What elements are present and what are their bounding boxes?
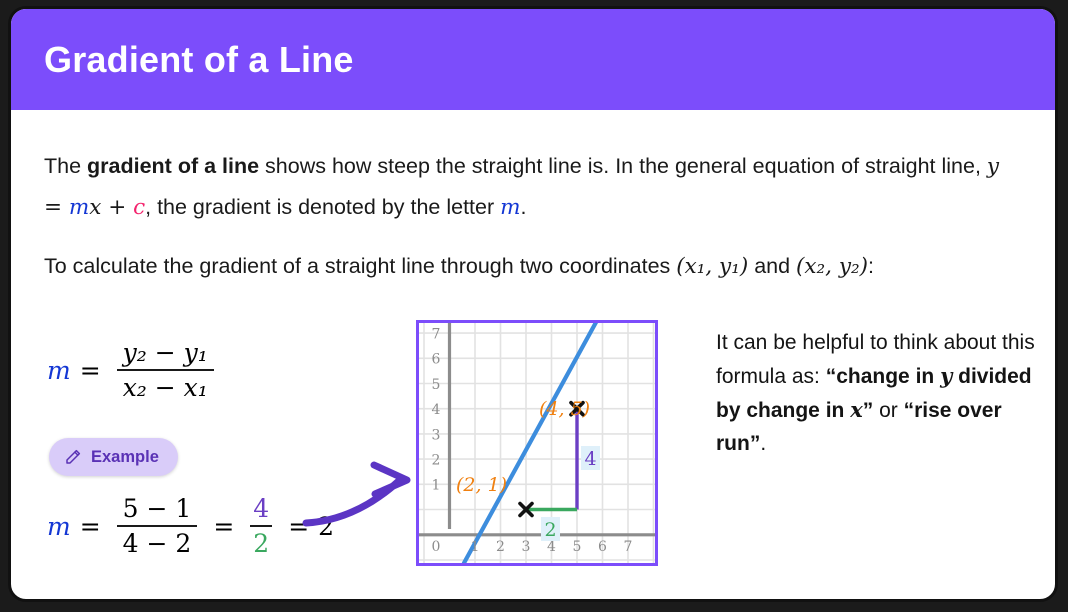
svg-text:1: 1 <box>471 539 480 555</box>
gradient-graph: 7 6 5 4 3 2 1 0 1 2 3 4 5 6 7 (4, 5) (2,… <box>416 320 658 566</box>
svg-text:2: 2 <box>432 453 441 469</box>
example-denominator-2: 2 <box>250 525 273 558</box>
curved-arrow-icon <box>301 455 426 540</box>
pencil-icon <box>64 448 82 466</box>
example-numerator-1: 5 − 1 <box>122 494 192 523</box>
coord-label-4-5: (4, 5) <box>539 398 590 420</box>
eq-m: m <box>68 195 90 220</box>
grid-lines <box>419 323 655 563</box>
example-fraction-1: 5 − 1 4 − 2 <box>116 494 198 558</box>
p1-text-2: shows how steep the straight line is. In… <box>259 154 987 178</box>
note-quote-x: x <box>850 397 863 422</box>
content-area: The gradient of a line shows how steep t… <box>11 110 1055 599</box>
svg-text:4: 4 <box>432 402 441 418</box>
coord-label-2-1: (2, 1) <box>456 474 507 496</box>
svg-text:3: 3 <box>522 539 531 555</box>
p1-text-3: , the gradient is denoted by the letter <box>145 195 501 219</box>
example-m: m <box>47 511 71 541</box>
p2-text-2: and <box>748 254 797 278</box>
formula-denominator: x₂ − x₁ <box>116 369 214 402</box>
note-period: . <box>760 432 767 455</box>
coordinates-paragraph: To calculate the gradient of a straight … <box>44 246 1004 287</box>
formula-numerator: y₂ − y₁ <box>122 338 208 367</box>
eq-y: y <box>986 154 1000 179</box>
formula-fraction: y₂ − y₁ x₂ − x₁ <box>116 338 214 402</box>
run-label: 2 <box>544 519 556 541</box>
eq-c: c <box>133 195 146 220</box>
example-denominator-1: 4 − 2 <box>116 525 198 558</box>
p1-text-4: . <box>520 195 527 219</box>
eq-plus: + <box>101 195 134 220</box>
page-title: Gradient of a Line <box>44 38 354 80</box>
rise-label: 4 <box>584 448 596 470</box>
lesson-card: Gradient of a Line The gradient of a lin… <box>8 6 1058 602</box>
svg-text:4: 4 <box>547 539 556 555</box>
example-badge[interactable]: Example <box>49 438 178 476</box>
p2-text-1: To calculate the gradient of a straight … <box>44 254 677 278</box>
example-label: Example <box>91 447 159 466</box>
example-numerator-2: 4 <box>253 494 270 523</box>
y-axis-ticks: 7 6 5 4 3 2 1 0 <box>432 327 441 556</box>
example-equals-2: = <box>213 511 235 541</box>
svg-text:1: 1 <box>432 478 441 494</box>
svg-text:5: 5 <box>573 539 582 555</box>
p1-text-1: The <box>44 154 88 178</box>
svg-text:7: 7 <box>624 539 633 555</box>
eq-m-2: m <box>500 195 521 220</box>
svg-text:6: 6 <box>598 539 607 555</box>
x-axis-ticks: 1 2 3 4 5 6 7 <box>471 539 633 555</box>
helpful-note: It can be helpful to think about this fo… <box>716 326 1036 460</box>
formula-equals: = <box>79 355 101 385</box>
svg-text:0: 0 <box>432 539 441 555</box>
example-fraction-2: 4 2 <box>250 494 273 558</box>
svg-text:3: 3 <box>432 427 441 443</box>
eq-equals: = <box>44 195 69 220</box>
svg-text:6: 6 <box>432 352 441 368</box>
header-bar: Gradient of a Line <box>11 9 1055 110</box>
p2-text-3: : <box>868 254 874 278</box>
coord-1: (x₁, y₁) <box>676 254 749 279</box>
gradient-formula: m = y₂ − y₁ x₂ − x₁ <box>47 338 221 402</box>
note-quote-y: y <box>940 363 953 388</box>
coord-2: (x₂, y₂) <box>796 254 869 279</box>
formula-m: m <box>47 355 71 385</box>
example-equals-1: = <box>79 511 101 541</box>
svg-text:5: 5 <box>432 377 441 393</box>
note-quote-1-close: ” <box>862 399 874 422</box>
note-quote-1-open: “change in <box>825 365 941 388</box>
eq-x: x <box>89 195 102 220</box>
intro-paragraph: The gradient of a line shows how steep t… <box>44 146 1004 228</box>
p1-bold-term: gradient of a line <box>87 154 260 178</box>
graph-svg: 7 6 5 4 3 2 1 0 1 2 3 4 5 6 7 (4, 5) (2,… <box>419 323 655 563</box>
worked-example-formula: m = 5 − 1 4 − 2 = 4 2 = 2 <box>47 494 334 558</box>
svg-text:7: 7 <box>432 327 441 343</box>
svg-text:2: 2 <box>496 539 505 555</box>
note-or: or <box>873 399 904 422</box>
